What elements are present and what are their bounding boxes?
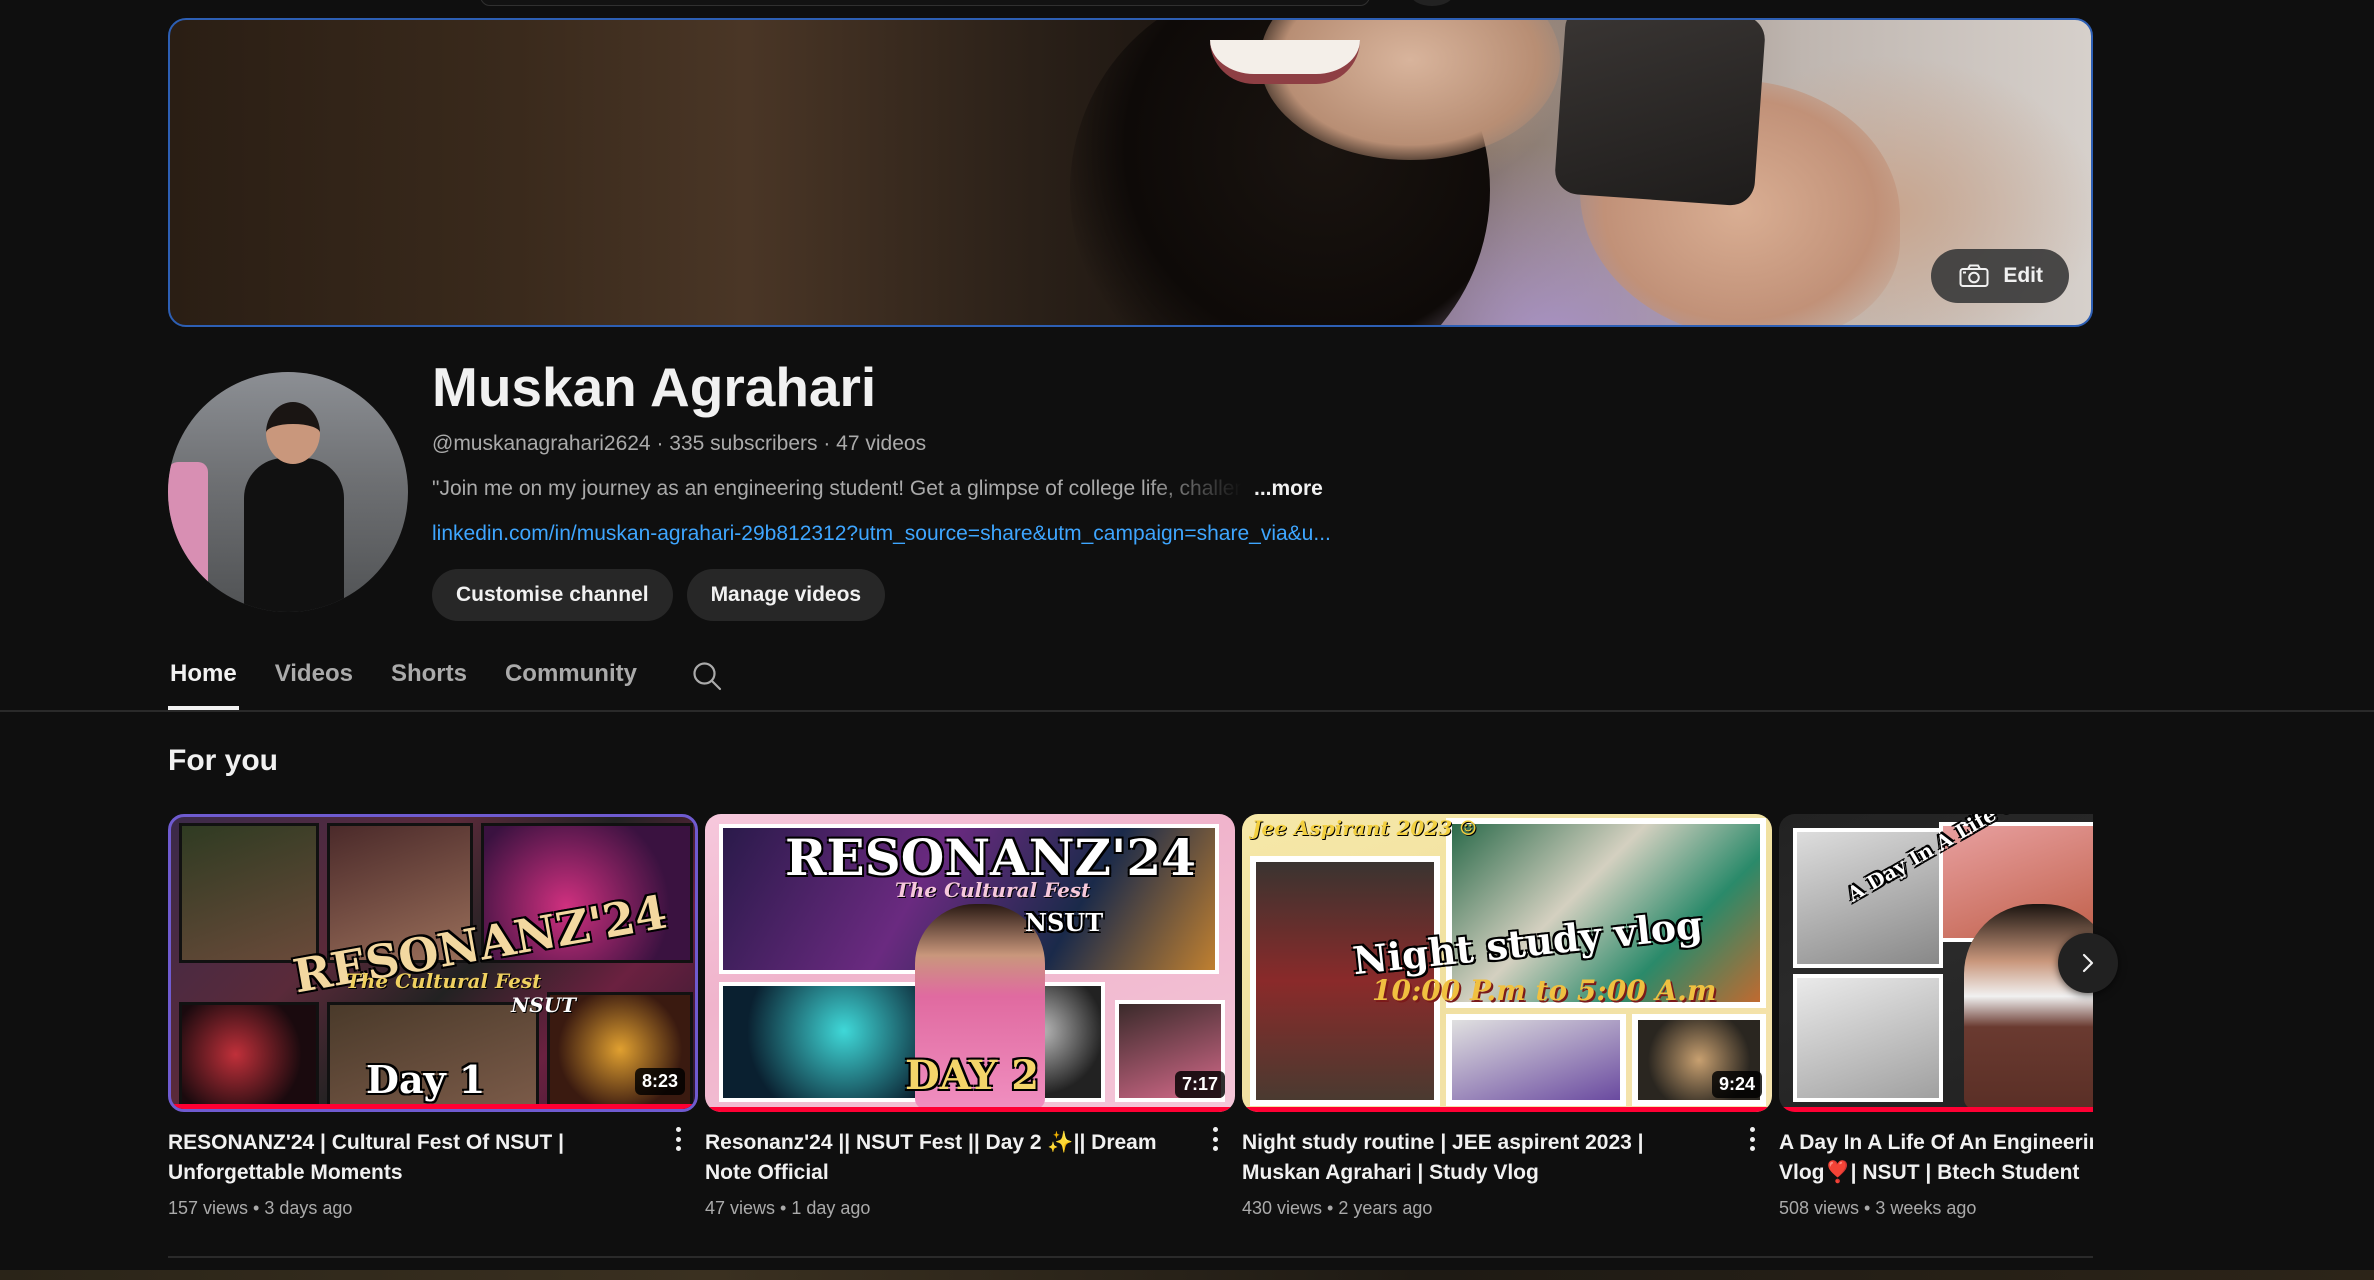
more-options-icon[interactable] bbox=[668, 1124, 688, 1154]
video-duration: 7:17 bbox=[1174, 1071, 1225, 1098]
tab-home[interactable]: Home bbox=[168, 640, 239, 710]
video-thumbnail[interactable]: A Day In A Life Of An Engi bbox=[1779, 814, 2093, 1112]
video-thumbnail[interactable]: Jee Aspirant 2023 ☺ Night study vlog 10:… bbox=[1242, 814, 1772, 1112]
video-title[interactable]: Resonanz'24 || NSUT Fest || Day 2 ✨|| Dr… bbox=[705, 1128, 1185, 1188]
tabs-divider bbox=[0, 710, 2374, 712]
channel-link[interactable]: linkedin.com/in/muskan-agrahari-29b81231… bbox=[432, 522, 1331, 546]
more-link[interactable]: ...more bbox=[1254, 477, 1323, 501]
channel-avatar[interactable] bbox=[168, 372, 408, 612]
manage-videos-button[interactable]: Manage videos bbox=[686, 569, 886, 621]
video-card[interactable]: RESONANZ'24 The Cultural Fest NSUT DAY 2… bbox=[705, 814, 1235, 1219]
avatar-person bbox=[238, 392, 348, 612]
video-thumbnail[interactable]: RESONANZ'24 The Cultural Fest NSUT Day 1… bbox=[168, 814, 698, 1112]
camera-icon bbox=[1959, 264, 1989, 287]
thumbnail-subtitle-text: 10:00 P.m to 5:00 A.m bbox=[1372, 974, 1717, 1007]
watch-progress-bar bbox=[1779, 1107, 2093, 1112]
bottom-image-strip bbox=[0, 1270, 2374, 1280]
customise-channel-button[interactable]: Customise channel bbox=[432, 569, 673, 621]
shelf-next-button[interactable] bbox=[2058, 933, 2118, 993]
video-meta: 430 views • 2 years ago bbox=[1242, 1198, 1433, 1218]
video-title[interactable]: A Day In A Life Of An Engineering Colleg… bbox=[1779, 1128, 2093, 1188]
section-divider bbox=[168, 1256, 2093, 1258]
tab-videos[interactable]: Videos bbox=[273, 640, 355, 708]
thumbnail-subtitle-text: The Cultural Fest bbox=[346, 969, 542, 993]
section-title: For you bbox=[168, 744, 278, 777]
search-bar-remnant[interactable] bbox=[480, 0, 1370, 6]
video-duration: 9:24 bbox=[1711, 1071, 1762, 1098]
video-shelf: RESONANZ'24 The Cultural Fest NSUT Day 1… bbox=[168, 814, 2093, 1234]
watch-progress-bar bbox=[705, 1107, 1235, 1112]
banner-smile-shape bbox=[1210, 40, 1360, 84]
channel-banner: Edit bbox=[168, 18, 2093, 327]
more-options-icon[interactable] bbox=[1742, 1124, 1762, 1154]
search-icon[interactable] bbox=[691, 660, 723, 692]
tab-shorts[interactable]: Shorts bbox=[389, 640, 469, 708]
thumbnail-tag-text: NSUT bbox=[1025, 908, 1104, 937]
channel-actions: Customise channel Manage videos bbox=[432, 569, 886, 621]
thumbnail-tag-text: Jee Aspirant 2023 ☺ bbox=[1252, 816, 1478, 840]
video-card[interactable]: RESONANZ'24 The Cultural Fest NSUT Day 1… bbox=[168, 814, 698, 1219]
watch-progress-bar bbox=[171, 1104, 695, 1109]
video-title[interactable]: Night study routine | JEE aspirent 2023 … bbox=[1242, 1128, 1722, 1188]
video-meta: 47 views • 1 day ago bbox=[705, 1198, 871, 1218]
tab-community[interactable]: Community bbox=[503, 640, 639, 708]
chevron-right-icon bbox=[2082, 953, 2094, 973]
video-card[interactable]: Jee Aspirant 2023 ☺ Night study vlog 10:… bbox=[1242, 814, 1772, 1219]
thumbnail-subtitle-text: The Cultural Fest bbox=[895, 878, 1091, 902]
channel-tabs: Home Videos Shorts Community bbox=[168, 640, 723, 710]
video-duration: 8:23 bbox=[634, 1068, 685, 1095]
thumbnail-tag-text: NSUT bbox=[511, 993, 577, 1017]
channel-name: Muskan Agrahari bbox=[432, 356, 877, 418]
voice-search-button-remnant[interactable] bbox=[1410, 0, 1454, 6]
edit-banner-button[interactable]: Edit bbox=[1931, 249, 2069, 303]
description-text: "Join me on my journey as an engineering… bbox=[432, 477, 1242, 500]
video-thumbnail[interactable]: RESONANZ'24 The Cultural Fest NSUT DAY 2… bbox=[705, 814, 1235, 1112]
channel-description[interactable]: "Join me on my journey as an engineering… bbox=[432, 477, 1323, 501]
edit-label: Edit bbox=[2003, 264, 2043, 287]
video-meta: 157 views • 3 days ago bbox=[168, 1198, 353, 1218]
banner-phone-shape bbox=[1553, 20, 1767, 207]
video-meta: 508 views • 3 weeks ago bbox=[1779, 1198, 1977, 1218]
watch-progress-bar bbox=[1242, 1107, 1772, 1112]
avatar-background-figure bbox=[168, 462, 208, 612]
thumbnail-day-text: Day 1 bbox=[366, 1057, 486, 1102]
thumbnail-day-text: DAY 2 bbox=[905, 1052, 1040, 1099]
more-options-icon[interactable] bbox=[1205, 1124, 1225, 1154]
video-title[interactable]: RESONANZ'24 | Cultural Fest Of NSUT | Un… bbox=[168, 1128, 648, 1188]
video-card[interactable]: A Day In A Life Of An Engi A Day In A Li… bbox=[1779, 814, 2093, 1219]
channel-meta: @muskanagrahari2624 · 335 subscribers · … bbox=[432, 432, 927, 455]
